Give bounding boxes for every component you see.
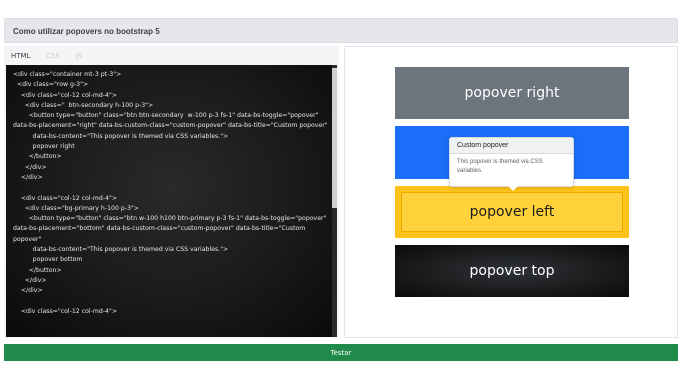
code-line: data-bs-content="This popover is themed … (13, 132, 229, 140)
popover-top-button[interactable]: popover top (395, 245, 629, 297)
test-button[interactable]: Testar (4, 344, 678, 361)
code-line: popover right (13, 143, 75, 151)
preview-panel: popover right popover left popover top C… (344, 46, 678, 338)
code-line: <button type="button" class="btn btn-sec… (13, 112, 328, 130)
code-scrollbar[interactable] (332, 65, 337, 337)
popover-left-label: popover left (469, 204, 555, 220)
scrollbar-thumb[interactable] (332, 68, 337, 208)
code-line: </div> (13, 173, 43, 181)
code-line: <div class="col-12 col-md-4"> (13, 91, 117, 99)
tab-js[interactable]: JS (76, 52, 83, 60)
popover-top-label: popover top (469, 263, 555, 279)
code-content: <div class="container mt-3 pt-3"> <div c… (13, 70, 331, 317)
code-line: <div class=" btn-secondary h-100 p-3"> (13, 101, 154, 109)
tab-css[interactable]: CSS (46, 52, 60, 60)
code-line: </button> (13, 153, 62, 161)
code-editor-panel: HTML CSS JS <div class="container mt-3 p… (4, 46, 339, 338)
code-line: </button> (13, 266, 62, 274)
code-line: </div> (13, 163, 47, 171)
code-textarea[interactable]: <div class="container mt-3 pt-3"> <div c… (6, 65, 337, 337)
popover-right-button[interactable]: popover right (395, 67, 629, 119)
code-line: <div class="bg-primary h-100 p-3"> (13, 204, 139, 212)
popover-arrow (508, 186, 518, 191)
code-line: </div> (13, 287, 43, 295)
code-line: <button type="button" class="btn w-100 h… (13, 215, 329, 243)
code-line: <div class="row g-3"> (13, 81, 89, 89)
editor-tabs: HTML CSS JS (4, 48, 339, 66)
code-line: <div class="col-12 col-md-4"> (13, 194, 117, 202)
tab-html[interactable]: HTML (11, 52, 30, 60)
code-line: </div> (13, 276, 47, 284)
popover-header: Custom popover (450, 138, 573, 154)
popover-right-label: popover right (464, 85, 560, 101)
code-line: <div class="container mt-3 pt-3"> (13, 71, 122, 78)
page-title: Como utilizar popovers no bootstrap 5 (4, 18, 678, 43)
code-line: popover bottom (13, 256, 83, 264)
popover-body: This popover is themed via CSS variables… (457, 159, 543, 174)
code-line: <div class="col-12 col-md-4"> (13, 307, 117, 315)
custom-popover: Custom popover This popover is themed vi… (449, 137, 574, 191)
code-line: data-bs-content="This popover is themed … (13, 246, 229, 254)
popover-left-button[interactable]: popover left (395, 186, 629, 238)
